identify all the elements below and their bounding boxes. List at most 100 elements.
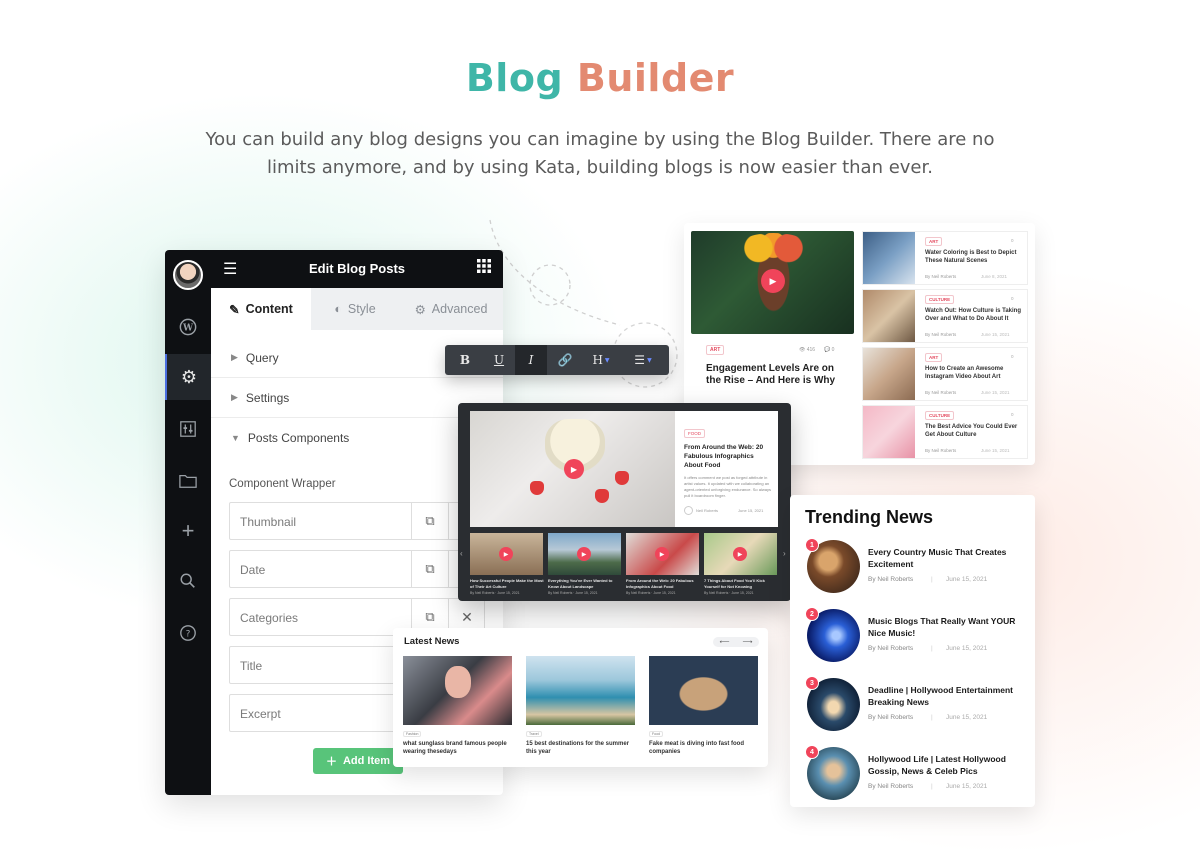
slider-thumb[interactable]: ▶ xyxy=(548,533,621,575)
rank-badge: 4 xyxy=(805,745,819,759)
tab-content[interactable]: ✎ Content xyxy=(211,288,311,330)
slider-thumb[interactable]: ▶ xyxy=(470,533,543,575)
folder-icon[interactable] xyxy=(165,458,211,504)
chevron-right-icon[interactable]: › xyxy=(783,549,786,558)
link-button[interactable]: 🔗 xyxy=(549,345,581,375)
post-title[interactable]: Music Blogs That Really Want YOUR Nice M… xyxy=(868,615,1018,639)
featured-post-title[interactable]: Engagement Levels Are on the Rise – And … xyxy=(706,363,836,387)
repeater-item-label: Date xyxy=(240,563,266,577)
hero-date: June 15, 2021 xyxy=(738,508,764,513)
play-icon[interactable]: ▶ xyxy=(499,547,513,561)
svg-text:?: ? xyxy=(186,630,191,640)
views-count: 👁 416 xyxy=(799,347,816,353)
list-item[interactable]: ART 0 Water Coloring is Best to Depict T… xyxy=(862,231,1028,285)
thumb-title: From Around the Web: 20 Fabulous Infogra… xyxy=(626,578,694,589)
post-author: By Neil Roberts xyxy=(868,645,914,652)
post-title[interactable]: Deadline | Hollywood Entertainment Break… xyxy=(868,684,1018,708)
portrait-shape xyxy=(445,666,471,698)
pencil-icon: ✎ xyxy=(229,302,240,317)
news-title[interactable]: 15 best destinations for the summer this… xyxy=(526,740,638,756)
play-icon[interactable]: ▶ xyxy=(577,547,591,561)
featured-post-image[interactable]: ▶ xyxy=(691,231,854,334)
list-item[interactable]: CULTURE 0 Watch Out: How Culture is Taki… xyxy=(862,289,1028,343)
help-icon[interactable]: ? xyxy=(165,610,211,656)
italic-button[interactable]: I xyxy=(515,345,547,375)
post-thumbnail xyxy=(863,232,915,284)
category-badge: CULTURE xyxy=(925,411,955,420)
news-image[interactable] xyxy=(649,656,758,725)
post-author: By Neil Roberts xyxy=(868,714,914,721)
arrow-left-icon[interactable]: ⟵ xyxy=(719,638,729,646)
bold-button[interactable]: B xyxy=(449,345,481,375)
repeater-item-label: Thumbnail xyxy=(240,515,297,529)
slider-hero[interactable]: ▶ FOOD From Around the Web: 20 Fabulous … xyxy=(470,411,778,527)
underline-button[interactable]: U xyxy=(483,345,515,375)
tab-style[interactable]: ◐ Style xyxy=(311,288,399,330)
arrow-right-icon[interactable]: ⟶ xyxy=(742,638,752,646)
post-title[interactable]: Hollywood Life | Latest Hollywood Gossip… xyxy=(868,753,1018,777)
editor-tabs: ✎ Content ◐ Style ⚙ Advanced xyxy=(211,288,503,330)
title-word-blog: Blog xyxy=(465,56,564,100)
page-title: Blog Builder xyxy=(0,56,1200,100)
slider-thumb[interactable]: ▶ xyxy=(626,533,699,575)
list-button[interactable]: ☰ ▼ xyxy=(627,345,659,375)
gear-icon: ⚙ xyxy=(414,302,426,317)
category-badge: FOOD xyxy=(684,429,705,438)
thumb-meta: By Neil Roberts · June 15, 2021 xyxy=(548,591,598,595)
repeater-item-thumbnail[interactable]: Thumbnail ⧉ xyxy=(229,502,485,540)
post-title[interactable]: Every Country Music That Creates Excitem… xyxy=(868,546,1018,570)
post-author: By Neil Roberts xyxy=(925,332,957,337)
post-date: June 15, 2021 xyxy=(946,714,988,721)
meta-separator: | xyxy=(931,714,933,721)
news-image[interactable] xyxy=(526,656,635,725)
section-posts-components-label: Posts Components xyxy=(247,431,350,445)
duplicate-icon[interactable]: ⧉ xyxy=(411,551,448,587)
comments-count: 💬 0 xyxy=(824,347,835,353)
caret-right-icon: ▶ xyxy=(231,392,238,402)
post-title: Watch Out: How Culture is Taking Over an… xyxy=(925,308,1021,322)
title-word-builder: Builder xyxy=(576,56,735,100)
repeater-item-date[interactable]: Date ⧉ xyxy=(229,550,485,588)
play-icon[interactable]: ▶ xyxy=(761,269,785,293)
apps-grid-icon[interactable] xyxy=(477,259,491,276)
repeater-item-label: Title xyxy=(240,659,263,673)
thumb-title: How Successful People Make the Most of T… xyxy=(470,578,544,589)
list-item[interactable]: ART 0 How to Create an Awesome Instagram… xyxy=(862,347,1028,401)
play-icon[interactable]: ▶ xyxy=(733,547,747,561)
post-author: By Neil Roberts xyxy=(868,783,914,790)
svg-text:W: W xyxy=(182,324,194,334)
category-badge: Travel xyxy=(526,731,542,737)
category-badge[interactable]: ART xyxy=(706,345,725,355)
duplicate-icon[interactable]: ⧉ xyxy=(411,503,448,539)
repeater-item-label: Categories xyxy=(240,611,299,625)
trending-news-card: Trending News 1 Every Country Music That… xyxy=(790,495,1035,807)
plus-icon: ＋ xyxy=(325,756,337,768)
chevron-left-icon[interactable]: ‹ xyxy=(460,549,463,558)
list-item[interactable]: CULTURE 0 The Best Advice You Could Ever… xyxy=(862,405,1028,459)
play-icon[interactable]: ▶ xyxy=(655,547,669,561)
thumb-meta: By Neil Roberts · June 15, 2021 xyxy=(704,591,754,595)
wordpress-icon[interactable]: W xyxy=(165,304,211,350)
gear-icon[interactable]: ⚙ xyxy=(165,354,211,400)
thumb-title: 7 Things About Food You'll Kick Yourself… xyxy=(704,578,765,589)
hero-author: Neil Roberts xyxy=(696,508,719,513)
news-image[interactable] xyxy=(403,656,512,725)
search-icon[interactable] xyxy=(165,558,211,604)
tab-advanced[interactable]: ⚙ Advanced xyxy=(399,288,503,330)
post-date: June 15, 2021 xyxy=(981,390,1010,395)
sliders-icon[interactable] xyxy=(165,406,211,452)
thumb-meta: By Neil Roberts · June 15, 2021 xyxy=(626,591,676,595)
play-icon[interactable]: ▶ xyxy=(564,459,584,479)
latest-news-card: Latest News ⟵ ⟶ Fashion Travel Food what… xyxy=(393,628,768,767)
plus-icon[interactable]: + xyxy=(165,508,211,554)
avatar[interactable] xyxy=(173,260,203,290)
news-title[interactable]: Fake meat is diving into fast food compa… xyxy=(649,740,761,756)
heading-button[interactable]: H ▼ xyxy=(585,345,617,375)
post-title: How to Create an Awesome Instagram Video… xyxy=(925,366,1004,380)
news-title[interactable]: what sunglass brand famous people wearin… xyxy=(403,740,515,756)
tab-content-label: Content xyxy=(245,302,293,316)
post-author: By Neil Roberts xyxy=(925,274,957,279)
add-item-button[interactable]: ＋ Add Item xyxy=(313,748,403,774)
post-date: June 15, 2021 xyxy=(946,645,988,652)
slider-thumb[interactable]: ▶ xyxy=(704,533,777,575)
